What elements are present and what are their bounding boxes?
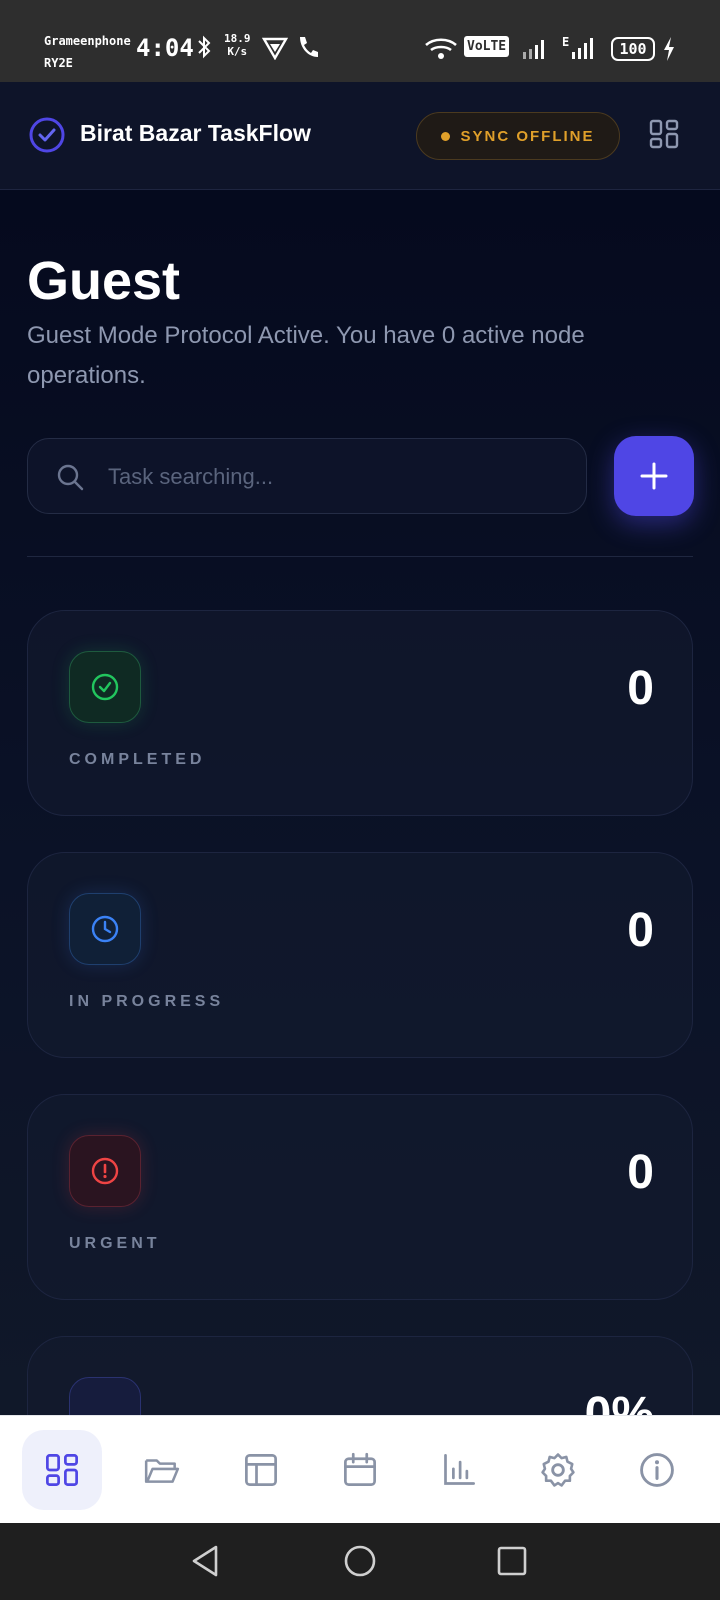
home-icon[interactable]	[340, 1541, 380, 1581]
page-subtitle: Guest Mode Protocol Active. You have 0 a…	[27, 322, 585, 389]
back-icon[interactable]	[186, 1541, 226, 1581]
speed-value: 18.9	[224, 32, 251, 45]
page-title: Guest	[27, 251, 181, 311]
nav-settings[interactable]	[518, 1430, 598, 1510]
bluetooth-icon	[198, 35, 211, 59]
carrier-network: RY2E	[44, 56, 73, 70]
bottom-nav	[0, 1415, 720, 1523]
plus-icon	[640, 462, 668, 490]
sync-status-badge[interactable]: SYNC OFFLINE	[416, 112, 620, 160]
grid-view-icon[interactable]	[648, 118, 680, 150]
stat-value: 0	[627, 904, 654, 957]
main-content: Guest Guest Mode Protocol Active. You ha…	[0, 190, 720, 1542]
nav-calendar[interactable]	[320, 1430, 400, 1510]
nav-info[interactable]	[617, 1430, 697, 1510]
stat-label: URGENT	[69, 1235, 161, 1252]
svg-text:E: E	[562, 35, 569, 49]
recents-icon[interactable]	[492, 1541, 532, 1581]
speed-unit: K/s	[227, 45, 248, 58]
nav-dashboard[interactable]	[22, 1430, 102, 1510]
settings-icon	[541, 1453, 575, 1487]
nav-folder[interactable]	[122, 1430, 202, 1510]
wifi-icon	[425, 38, 457, 59]
search-input[interactable]	[108, 439, 568, 515]
stat-label: COMPLETED	[69, 751, 206, 768]
stat-card-completed[interactable]: COMPLETED 0	[27, 610, 693, 816]
clock: 4:04	[136, 34, 194, 62]
network-speed: 18.9 K/s	[224, 32, 251, 58]
folder-icon	[144, 1459, 180, 1483]
nav-layout[interactable]	[221, 1430, 301, 1510]
stat-value: 0	[627, 1146, 654, 1199]
calendar-icon	[344, 1452, 376, 1486]
call-icon	[300, 37, 318, 57]
search-box[interactable]	[27, 438, 587, 515]
carrier-name: Grameenphone	[44, 34, 131, 48]
sync-status-label: SYNC OFFLINE	[460, 127, 595, 145]
layout-icon	[245, 1454, 277, 1486]
info-icon	[640, 1453, 674, 1487]
clock-icon	[91, 915, 119, 943]
volte-badge: VoLTE	[464, 36, 510, 57]
status-bar: Grameenphone RY2E 4:04 18.9 K/s VoLTE E …	[0, 0, 720, 82]
stat-card-in-progress[interactable]: IN PROGRESS 0	[27, 852, 693, 1058]
completed-icon-wrap	[69, 651, 141, 723]
urgent-icon-wrap	[69, 1135, 141, 1207]
system-nav-bar	[0, 1523, 720, 1600]
chart-icon	[444, 1454, 475, 1485]
battery-indicator: 100	[611, 37, 655, 61]
stat-card-urgent[interactable]: URGENT 0	[27, 1094, 693, 1300]
sync-dot-icon	[441, 131, 451, 141]
dashboard-icon	[46, 1454, 78, 1486]
signal-e-icon: E	[562, 35, 593, 59]
stat-label: IN PROGRESS	[69, 993, 225, 1010]
add-task-button[interactable]	[614, 436, 694, 516]
app-header: Birat Bazar TaskFlow SYNC OFFLINE	[0, 82, 720, 190]
vpn-icon	[262, 37, 288, 60]
charging-icon	[664, 37, 674, 61]
stat-value: 0	[627, 662, 654, 715]
check-circle-icon	[91, 673, 119, 701]
app-title: Birat Bazar TaskFlow	[80, 120, 311, 146]
carrier-text: Grameenphone RY2E	[44, 30, 131, 74]
in-progress-icon-wrap	[69, 893, 141, 965]
search-icon	[57, 464, 84, 491]
divider	[27, 556, 693, 557]
logo-check-icon	[29, 117, 65, 153]
nav-analytics[interactable]	[419, 1430, 499, 1510]
alert-icon	[91, 1157, 119, 1185]
signal-icon	[523, 40, 544, 59]
